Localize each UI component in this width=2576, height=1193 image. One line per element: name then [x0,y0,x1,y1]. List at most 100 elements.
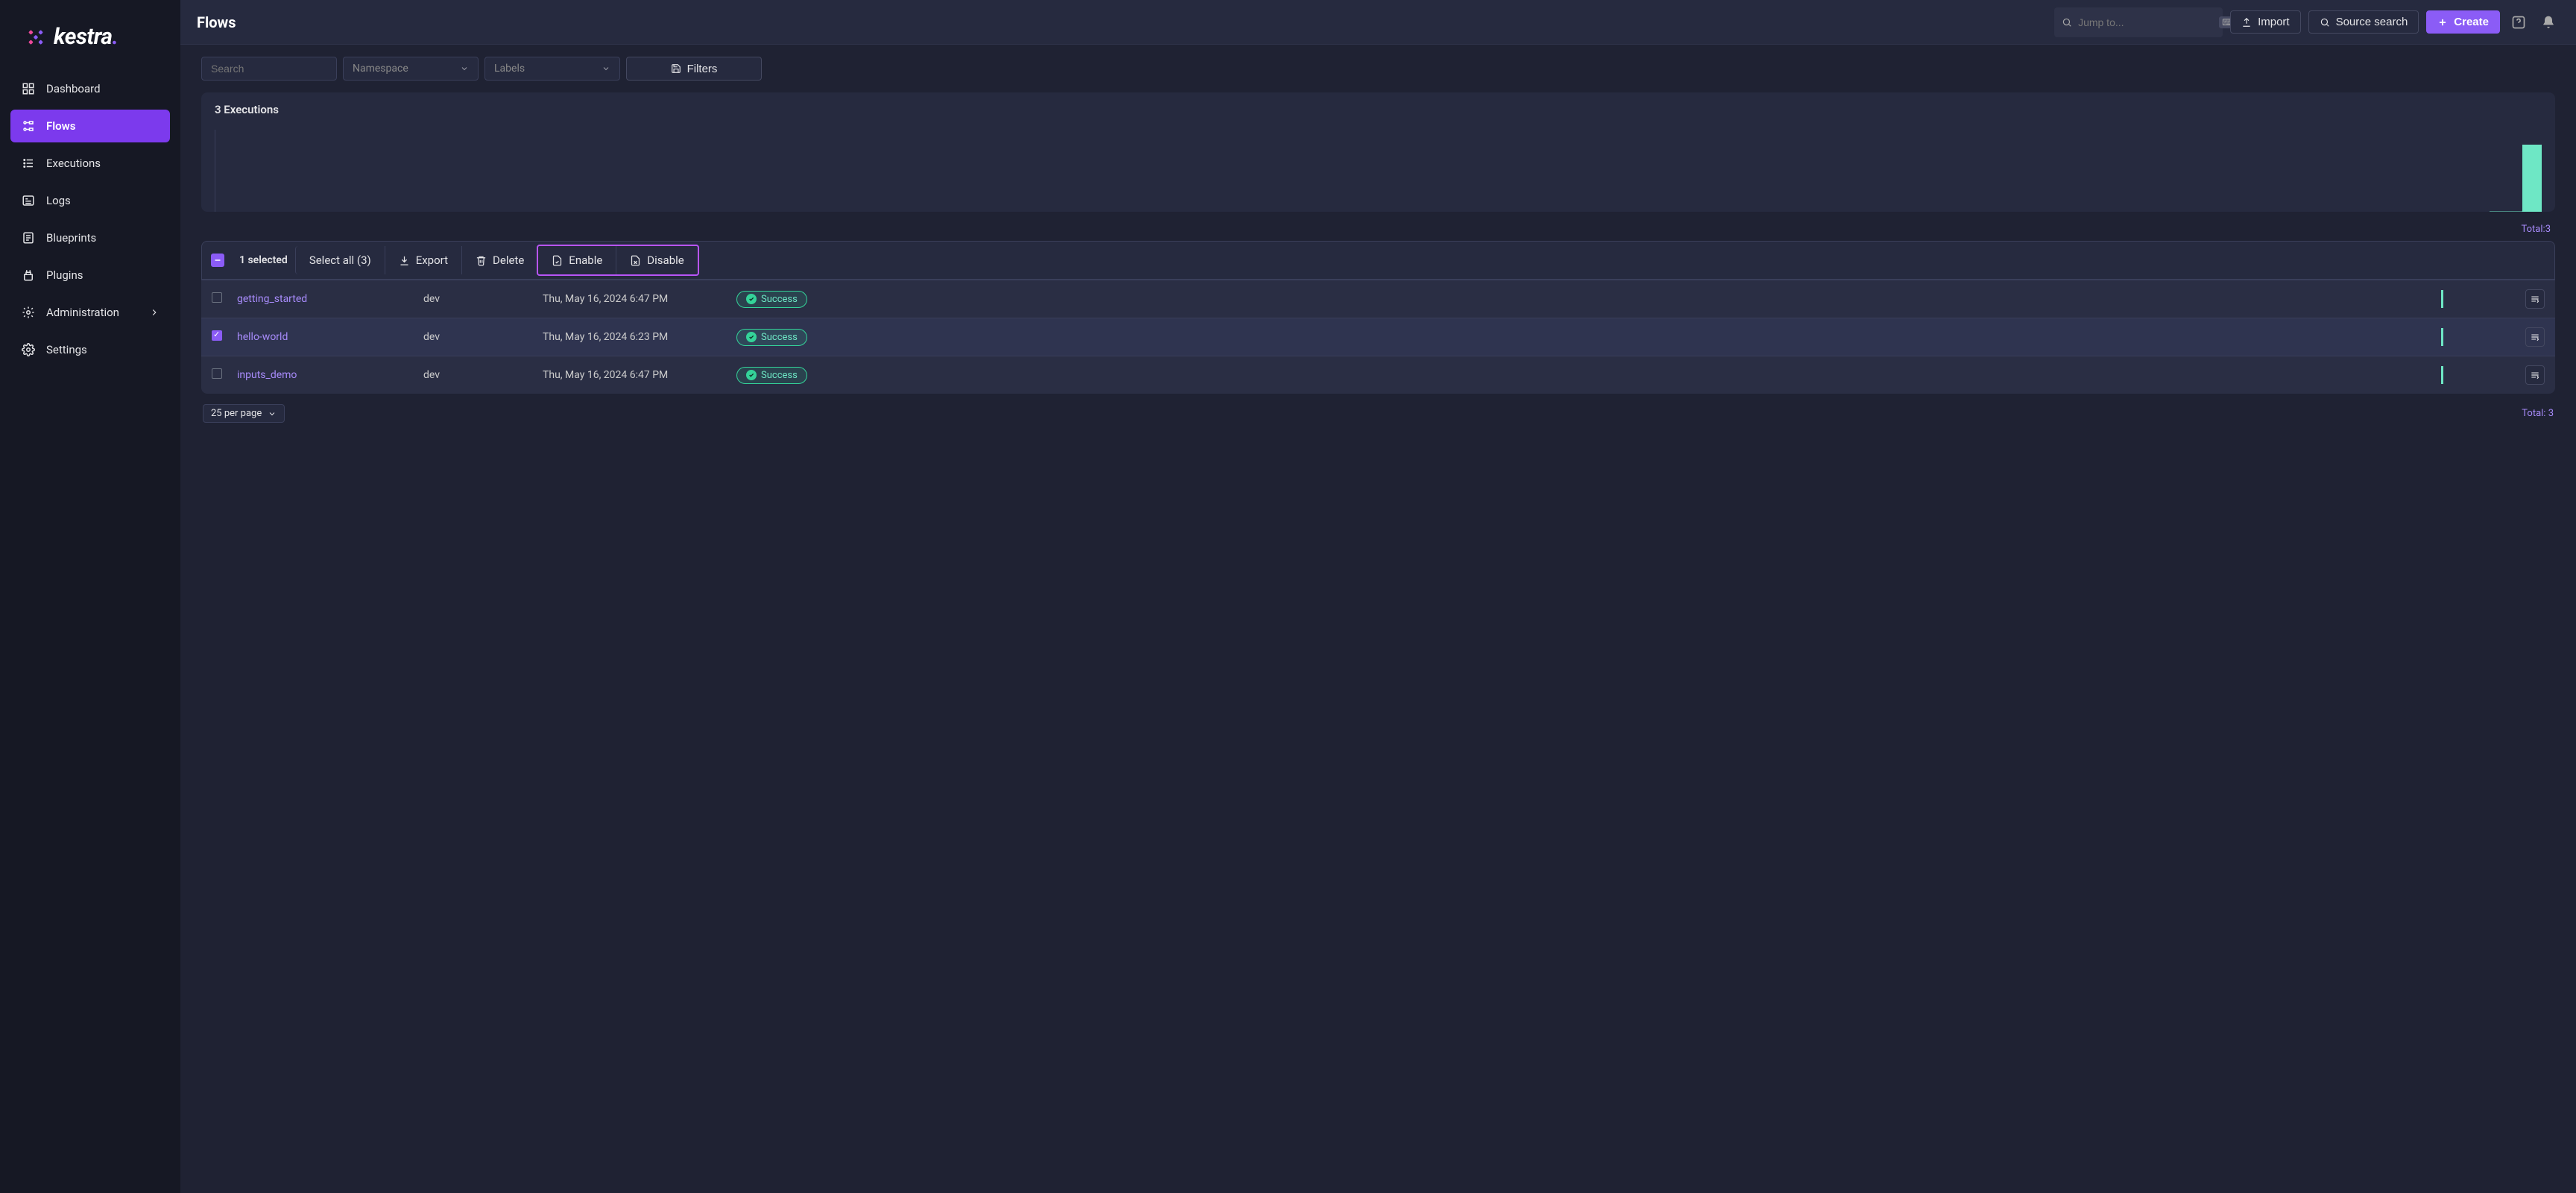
sidebar-item-label: Dashboard [46,82,101,95]
sidebar-item-label: Plugins [46,268,83,282]
page-size-select[interactable]: 25 per page [203,404,285,423]
sidebar-item-label: Logs [46,194,71,207]
notifications-button[interactable] [2537,11,2560,34]
row-checkbox[interactable] [212,368,222,379]
flow-date: Thu, May 16, 2024 6:47 PM [543,369,736,381]
import-button[interactable]: Import [2230,10,2301,34]
flow-name-link[interactable]: getting_started [237,293,423,305]
help-button[interactable] [2507,11,2530,34]
source-search-button[interactable]: Source search [2308,10,2419,34]
settings-icon [21,342,36,357]
chevron-down-icon [460,64,469,73]
selected-count: 1 selected [232,254,295,266]
flow-date: Thu, May 16, 2024 6:47 PM [543,293,736,305]
plugins-icon [21,268,36,283]
file-x-icon [630,255,641,266]
file-check-icon [552,255,563,266]
sidebar-item-label: Settings [46,343,87,356]
chevron-down-icon [268,409,277,418]
enable-button[interactable]: Enable [538,246,616,274]
enable-disable-group: Enable Disable [537,245,698,276]
status-badge: Success [736,329,807,346]
upload-icon [2241,17,2252,28]
row-menu-button[interactable] [2525,365,2545,385]
export-button[interactable]: Export [385,246,461,274]
sidebar-item-dashboard[interactable]: Dashboard [10,72,170,105]
download-icon [399,255,410,266]
executions-title: 3 Executions [215,103,2542,116]
executions-chart [215,130,2542,212]
chevron-down-icon [602,64,610,73]
sidebar-item-label: Flows [46,119,75,133]
flow-namespace: dev [423,331,543,343]
bulk-action-bar: 1 selected Select all (3) Export Delete … [201,241,2555,280]
admin-icon [21,305,36,320]
row-menu-button[interactable] [2525,289,2545,309]
sidebar-item-flows[interactable]: Flows [10,110,170,142]
flow-name-link[interactable]: hello-world [237,331,423,343]
sidebar-item-label: Administration [46,306,119,319]
sidebar-item-label: Executions [46,157,101,170]
total-bottom: Total: 3 [2522,408,2554,419]
executions-icon [21,156,36,171]
brand-name: kestra. [54,24,118,50]
dashboard-icon [21,81,36,96]
plus-icon [2437,17,2448,28]
sidebar-item-settings[interactable]: Settings [10,333,170,366]
select-all-button[interactable]: Select all (3) [295,246,385,274]
row-sparkline [1005,366,2515,384]
flows-icon [21,119,36,133]
executions-panel: 3 Executions [201,92,2555,212]
delete-button[interactable]: Delete [461,246,537,274]
jump-to[interactable]: ⌨ Ctrl/Cmd + K [2054,7,2223,37]
total-top: Total: 3 [201,212,2555,241]
labels-select[interactable]: Labels [484,57,620,81]
row-checkbox[interactable] [212,330,222,341]
table-row: inputs_demo dev Thu, May 16, 2024 6:47 P… [201,356,2555,394]
status-badge: Success [736,291,807,308]
table-row: hello-world dev Thu, May 16, 2024 6:23 P… [201,318,2555,356]
search-input[interactable] [201,57,337,81]
sidebar-item-logs[interactable]: Logs [10,184,170,217]
disable-button[interactable]: Disable [616,246,697,274]
sidebar-item-plugins[interactable]: Plugins [10,259,170,292]
filters-row: Namespace Labels Filters [201,57,2555,81]
sidebar-item-label: Blueprints [46,231,96,245]
flow-namespace: dev [423,293,543,305]
sidebar-item-blueprints[interactable]: Blueprints [10,221,170,254]
pager-row: 25 per page Total: 3 [201,394,2555,433]
sidebar-nav: Dashboard Flows Executions Logs Blueprin… [0,72,180,366]
row-menu-button[interactable] [2525,327,2545,347]
chevron-right-icon [149,307,160,318]
flow-name-link[interactable]: inputs_demo [237,369,423,381]
namespace-select[interactable]: Namespace [343,57,479,81]
blueprints-icon [21,230,36,245]
main: Flows ⌨ Ctrl/Cmd + K Import Source searc… [180,0,2576,1193]
sidebar: kestra. Dashboard Flows Executions Logs … [0,0,180,1193]
flow-namespace: dev [423,369,543,381]
flows-table: getting_started dev Thu, May 16, 2024 6:… [201,280,2555,394]
sidebar-item-executions[interactable]: Executions [10,147,170,180]
topbar: Flows ⌨ Ctrl/Cmd + K Import Source searc… [180,0,2576,45]
flow-date: Thu, May 16, 2024 6:23 PM [543,331,736,343]
check-circle-icon [746,294,757,304]
status-badge: Success [736,367,807,384]
jump-input[interactable] [2078,16,2213,28]
chart-bar [2522,145,2542,212]
check-circle-icon [746,370,757,380]
brand-icon [25,27,46,48]
save-icon [671,63,681,74]
row-checkbox[interactable] [212,292,222,303]
create-button[interactable]: Create [2426,10,2500,34]
filters-button[interactable]: Filters [626,57,762,81]
search-icon [2062,17,2072,28]
row-sparkline [1005,290,2515,308]
logs-icon [21,193,36,208]
bulk-checkbox[interactable] [211,254,224,267]
brand-logo[interactable]: kestra. [0,15,180,72]
trash-icon [476,255,487,266]
content: Namespace Labels Filters 3 Executions [180,45,2576,445]
table-row: getting_started dev Thu, May 16, 2024 6:… [201,280,2555,318]
page-title: Flows [197,13,236,31]
sidebar-item-administration[interactable]: Administration [10,296,170,329]
